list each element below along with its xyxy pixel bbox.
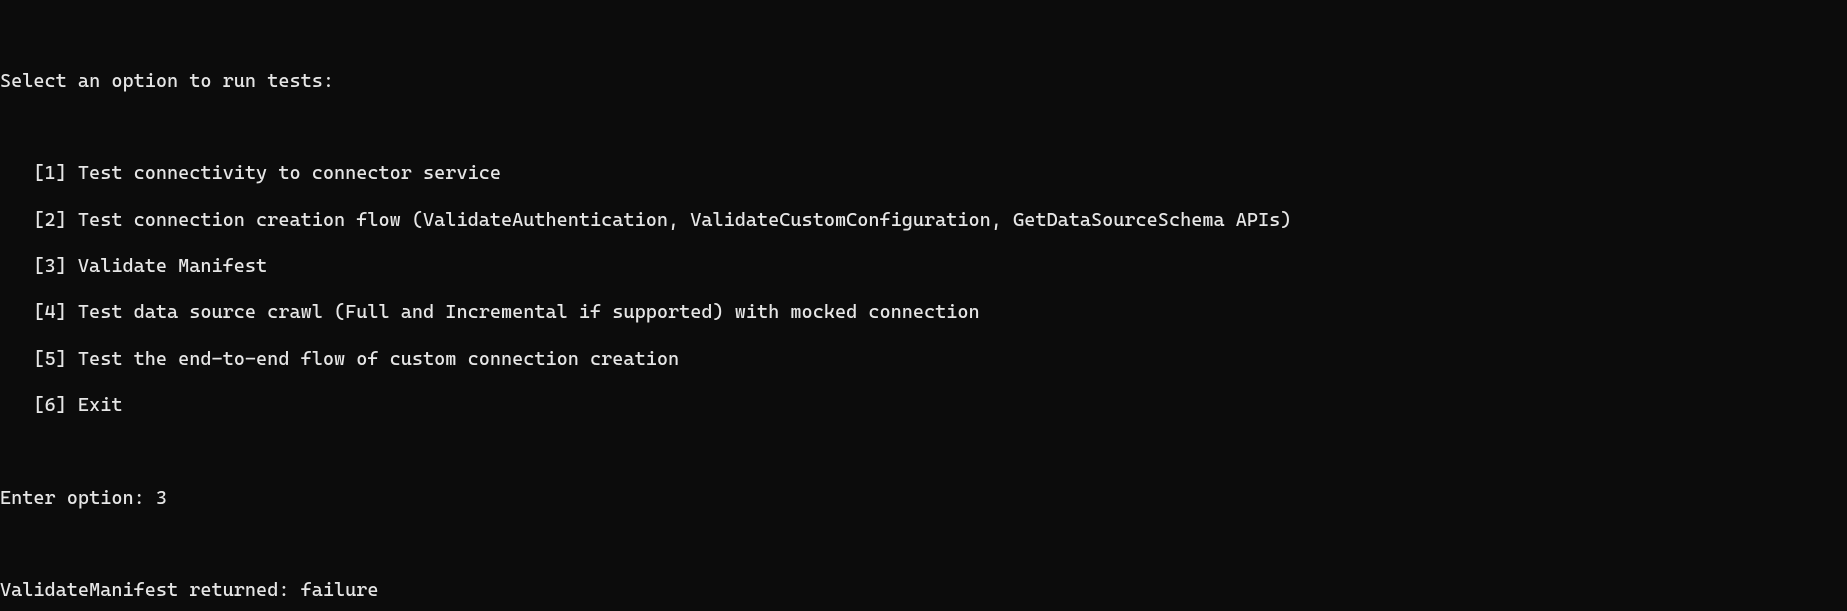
menu-option-2: [2] Test connection creation flow (Valid…	[0, 209, 1847, 232]
terminal[interactable]: Select an option to run tests: [1] Test …	[0, 0, 1847, 611]
prompt-header: Select an option to run tests:	[0, 70, 1847, 93]
menu-option-6: [6] Exit	[0, 394, 1847, 417]
menu-option-3: [3] Validate Manifest	[0, 255, 1847, 278]
menu-option-1: [1] Test connectivity to connector servi…	[0, 162, 1847, 185]
enter-option-line: Enter option: 3	[0, 487, 1847, 510]
enter-option-label: Enter option:	[0, 487, 156, 509]
validate-result-line: ValidateManifest returned: failure	[0, 579, 1847, 602]
menu-option-5: [5] Test the end-to-end flow of custom c…	[0, 348, 1847, 371]
entered-option-value: 3	[156, 487, 167, 509]
menu-option-4: [4] Test data source crawl (Full and Inc…	[0, 301, 1847, 324]
